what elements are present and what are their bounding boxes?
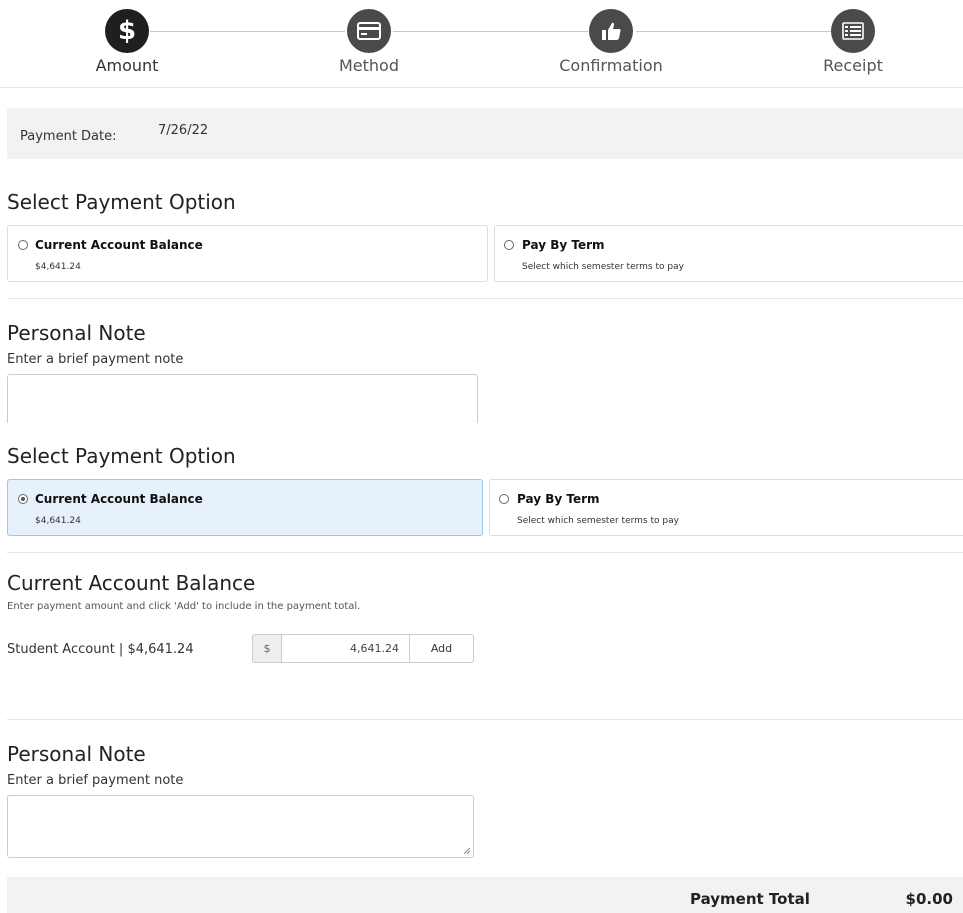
step-label: Receipt	[823, 56, 883, 75]
currency-addon: $	[252, 634, 281, 663]
section-title: Current Account Balance	[7, 571, 256, 595]
credit-card-icon	[347, 9, 391, 53]
section-title: Select Payment Option	[7, 190, 236, 214]
add-button[interactable]: Add	[410, 634, 474, 663]
payment-total-bar: Payment Total $0.00	[7, 877, 963, 913]
amount-input[interactable]: 4,641.24	[281, 634, 410, 663]
payment-date-bar: Payment Date: 7/26/22	[7, 108, 963, 159]
personal-note-input[interactable]	[7, 795, 474, 858]
section-title: Personal Note	[7, 742, 146, 766]
option-pay-by-term[interactable]: Pay By Term Select which semester terms …	[494, 225, 963, 282]
dollar-icon: $	[105, 9, 149, 53]
payment-date-label: Payment Date:	[20, 129, 117, 144]
payment-date-value: 7/26/22	[158, 123, 209, 138]
radio-button[interactable]	[504, 240, 514, 250]
step-method[interactable]: Method	[289, 9, 449, 75]
option-title: Pay By Term	[522, 238, 605, 252]
note-prompt: Enter a brief payment note	[7, 352, 184, 367]
step-label: Amount	[95, 56, 159, 75]
payment-total-label: Payment Total	[690, 890, 810, 908]
option-title: Current Account Balance	[35, 238, 203, 252]
progress-stepper: $ Amount Method Confirmation Receipt	[0, 0, 963, 88]
section-title: Personal Note	[7, 321, 146, 345]
balance-instructions: Enter payment amount and click 'Add' to …	[7, 601, 361, 612]
option-current-balance[interactable]: Current Account Balance $4,641.24	[7, 225, 488, 282]
divider	[7, 552, 963, 553]
student-account-label: Student Account | $4,641.24	[7, 642, 194, 657]
divider	[7, 298, 963, 299]
option-subtitle: $4,641.24	[35, 516, 81, 526]
step-label: Confirmation	[559, 56, 663, 75]
list-icon	[831, 9, 875, 53]
radio-button[interactable]	[18, 494, 28, 504]
step-amount[interactable]: $ Amount	[47, 9, 207, 75]
step-label: Method	[338, 56, 399, 75]
resize-handle-icon[interactable]	[463, 847, 470, 854]
radio-button[interactable]	[18, 240, 28, 250]
divider	[7, 719, 963, 720]
radio-button[interactable]	[499, 494, 509, 504]
note-prompt: Enter a brief payment note	[7, 773, 184, 788]
payment-total-value: $0.00	[905, 890, 953, 908]
amount-input-group: $ 4,641.24 Add	[252, 634, 474, 663]
option-current-balance[interactable]: Current Account Balance $4,641.24	[7, 479, 483, 536]
personal-note-input[interactable]	[7, 374, 478, 423]
option-title: Current Account Balance	[35, 492, 203, 506]
step-confirmation[interactable]: Confirmation	[531, 9, 691, 75]
option-subtitle: Select which semester terms to pay	[522, 262, 684, 272]
option-title: Pay By Term	[517, 492, 600, 506]
option-subtitle: $4,641.24	[35, 262, 81, 272]
thumbs-up-icon	[589, 9, 633, 53]
step-receipt[interactable]: Receipt	[773, 9, 933, 75]
option-pay-by-term[interactable]: Pay By Term Select which semester terms …	[489, 479, 963, 536]
option-subtitle: Select which semester terms to pay	[517, 516, 679, 526]
section-title: Select Payment Option	[7, 444, 236, 468]
